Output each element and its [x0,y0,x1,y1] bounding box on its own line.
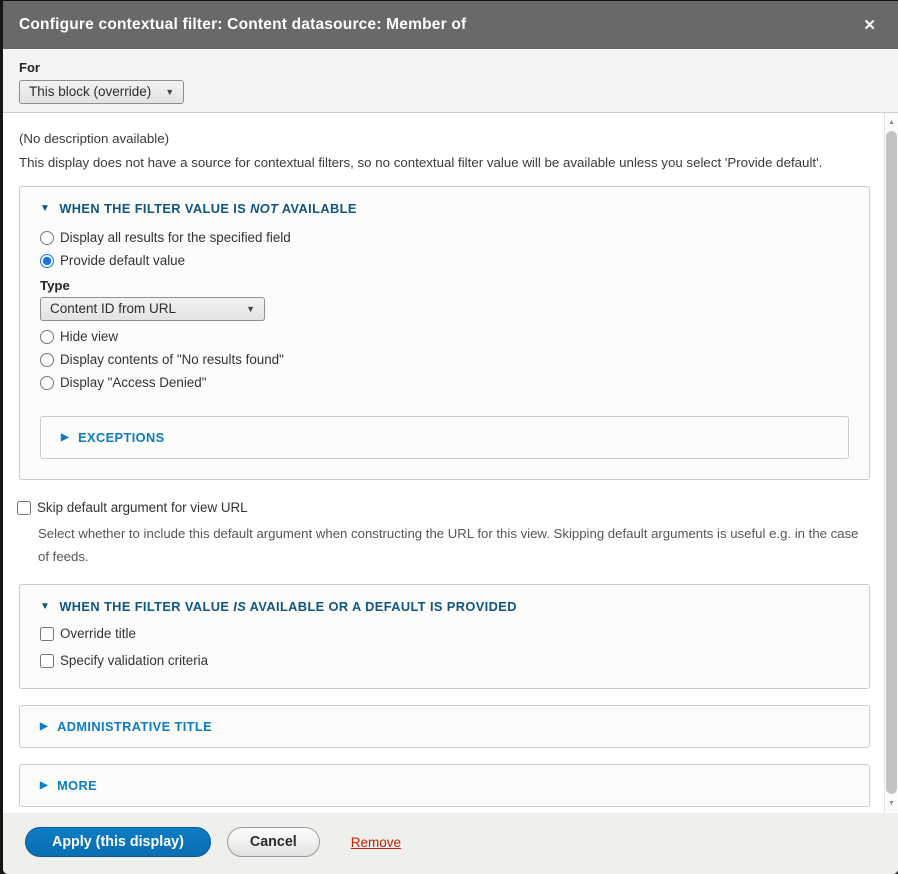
radio-label: Hide view [60,329,118,344]
expand-arrow-icon: ▶ [61,433,69,443]
is-available-options: Override title Specify validation criter… [40,626,849,668]
fieldset-exceptions: ▶ EXCEPTIONS [40,416,849,459]
radio-label: Display "Access Denied" [60,375,206,390]
collapse-arrow-icon: ▼ [40,204,50,214]
contextual-filter-dialog: Configure contextual filter: Content dat… [3,0,898,874]
scrollbar-thumb[interactable] [886,131,897,794]
scroll-down-icon[interactable]: ▼ [885,796,898,811]
checkbox-label: Specify validation criteria [60,653,208,668]
checkbox-input-skip-default[interactable] [17,501,31,515]
scroll-up-icon[interactable]: ▲ [885,115,898,130]
type-select-value: Content ID from URL [50,301,176,316]
radio-access-denied[interactable]: Display "Access Denied" [40,375,849,390]
radio-label: Display contents of "No results found" [60,352,284,367]
radio-provide-default[interactable]: Provide default value [40,253,849,268]
vertical-scrollbar[interactable]: ▲ ▼ [884,113,898,813]
chevron-down-icon: ▼ [165,87,174,97]
for-select[interactable]: This block (override) ▼ [19,80,184,104]
checkbox-specify-validation[interactable]: Specify validation criteria [40,653,849,668]
fieldset-administrative-title-summary[interactable]: ▶ ADMINISTRATIVE TITLE [40,719,849,734]
dialog-body: (No description available) This display … [3,113,898,813]
summary-text: WHEN THE FILTER VALUE IS NOT AVAILABLE [59,201,356,216]
dialog-body-content: (No description available) This display … [3,113,884,813]
skip-default-description: Select whether to include this default a… [38,522,870,568]
radio-hide-view[interactable]: Hide view [40,329,849,344]
apply-button[interactable]: Apply (this display) [25,827,211,857]
fieldset-more-summary[interactable]: ▶ MORE [40,778,849,793]
radio-no-results-found[interactable]: Display contents of "No results found" [40,352,849,367]
radio-label: Display all results for the specified fi… [60,230,291,245]
summary-text: ADMINISTRATIVE TITLE [57,719,212,734]
dialog-title: Configure contextual filter: Content dat… [19,16,857,34]
for-section: For This block (override) ▼ [3,49,898,113]
chevron-down-icon: ▼ [246,304,255,314]
summary-text: EXCEPTIONS [78,430,165,445]
dialog-footer: Apply (this display) Cancel Remove [3,813,898,874]
for-label: For [19,60,882,75]
checkbox-label: Override title [60,626,136,641]
expand-arrow-icon: ▶ [40,722,48,732]
collapse-arrow-icon: ▼ [40,602,50,612]
radio-input-hide-view[interactable] [40,330,54,344]
remove-link[interactable]: Remove [351,835,401,850]
for-select-value: This block (override) [29,84,151,99]
fieldset-not-available: ▼ WHEN THE FILTER VALUE IS NOT AVAILABLE… [19,186,870,480]
fieldset-exceptions-summary[interactable]: ▶ EXCEPTIONS [61,430,828,445]
no-description-text: (No description available) [19,131,870,146]
fieldset-more: ▶ MORE [19,764,870,807]
fieldset-not-available-summary[interactable]: ▼ WHEN THE FILTER VALUE IS NOT AVAILABLE [40,201,849,216]
fieldset-is-available: ▼ WHEN THE FILTER VALUE IS AVAILABLE OR … [19,584,870,689]
checkbox-input-specify-validation[interactable] [40,654,54,668]
radio-input-access-denied[interactable] [40,376,54,390]
checkbox-label: Skip default argument for view URL [37,500,248,515]
display-note-text: This display does not have a source for … [19,155,870,170]
fieldset-administrative-title: ▶ ADMINISTRATIVE TITLE [19,705,870,748]
dialog-titlebar: Configure contextual filter: Content dat… [3,1,898,49]
expand-arrow-icon: ▶ [40,781,48,791]
type-label: Type [40,278,849,293]
checkbox-skip-default-argument[interactable]: Skip default argument for view URL [17,500,870,515]
radio-display-all-results[interactable]: Display all results for the specified fi… [40,230,849,245]
summary-text: MORE [57,778,97,793]
close-icon[interactable]: ✕ [857,14,882,37]
default-type-select[interactable]: Content ID from URL ▼ [40,297,265,321]
checkbox-override-title[interactable]: Override title [40,626,849,641]
fieldset-is-available-summary[interactable]: ▼ WHEN THE FILTER VALUE IS AVAILABLE OR … [40,599,849,614]
radio-label: Provide default value [60,253,185,268]
radio-input-no-results[interactable] [40,353,54,367]
checkbox-input-override-title[interactable] [40,627,54,641]
summary-text: WHEN THE FILTER VALUE IS AVAILABLE OR A … [59,599,517,614]
cancel-button[interactable]: Cancel [227,827,320,857]
radio-input-provide-default[interactable] [40,254,54,268]
radio-input-display-all[interactable] [40,231,54,245]
